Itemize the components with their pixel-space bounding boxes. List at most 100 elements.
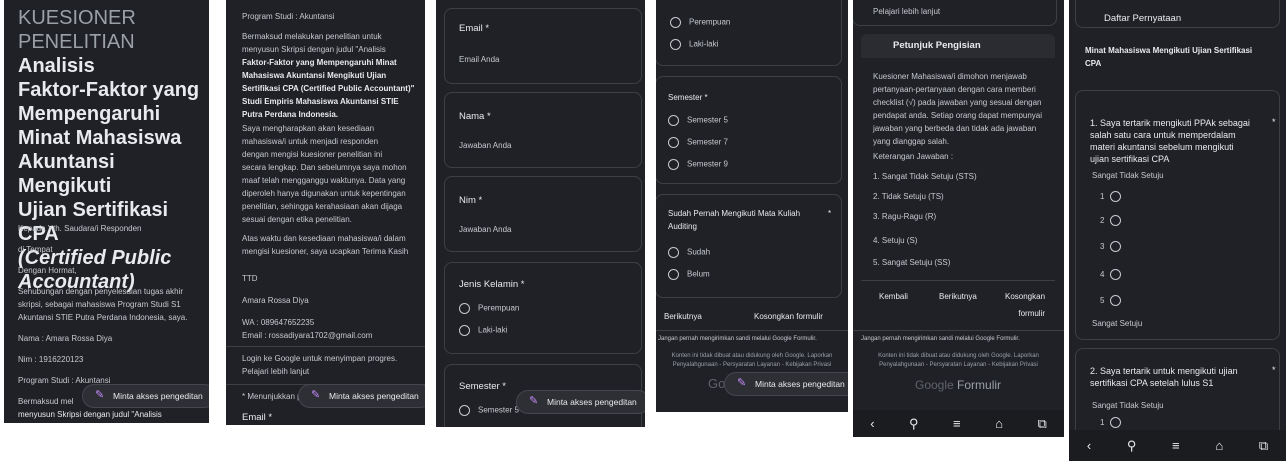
option-laki-laki[interactable]: Laki-laki: [670, 39, 718, 50]
radio-button[interactable]: [459, 405, 470, 416]
option-number: 1: [1100, 191, 1105, 201]
text-line: Saya mengharapkan akan kesediaan: [242, 124, 375, 133]
request-edit-button[interactable]: ✎ Minta akses pengeditan: [82, 384, 209, 408]
option-semester-9[interactable]: Semester 9: [668, 159, 728, 170]
semester-label: Semester *: [459, 381, 506, 392]
scale-low-label: Sangat Tidak Setuju: [1092, 171, 1164, 180]
question-text: 2. Saya tertarik untuk mengikuti ujian s…: [1090, 365, 1238, 389]
scale-option-5[interactable]: 5: [1100, 295, 1129, 306]
thanks-paragraph: Atas waktu dan kesediaan mahasiswa/i dal…: [242, 232, 408, 258]
menu-nav-icon[interactable]: ≡: [1172, 438, 1180, 453]
option-laki-laki[interactable]: Laki-laki: [459, 325, 507, 336]
option-semester-7[interactable]: Semester 7: [668, 137, 728, 148]
scale-option-1[interactable]: 1: [1100, 191, 1129, 202]
footer-disclaimer: Konten ini tidak dibuat atau didukung ol…: [656, 352, 848, 370]
title-line: Minat Mahasiswa Mengikuti Ujian Sertifik…: [1085, 46, 1253, 55]
back-nav-icon[interactable]: ‹: [1087, 438, 1091, 453]
divider: [853, 330, 1064, 331]
email-label: Email *: [459, 23, 490, 34]
option-number: 1: [1100, 417, 1105, 427]
radio-button[interactable]: [668, 247, 679, 258]
search-nav-icon[interactable]: ⚲: [1127, 438, 1137, 454]
required-star: *: [1272, 365, 1276, 375]
radio-button[interactable]: [668, 115, 679, 126]
learn-more-link[interactable]: Pelajari lebih lanjut: [873, 5, 940, 18]
nim-input[interactable]: Jawaban Anda: [459, 223, 512, 236]
name-input[interactable]: Jawaban Anda: [459, 139, 512, 152]
option-label: Belum: [687, 269, 710, 279]
text-line: sertifikasi CPA setelah lulus S1: [1090, 378, 1214, 388]
radio-button[interactable]: [459, 303, 470, 314]
clear-form-button[interactable]: Kosongkan formulir: [1005, 290, 1045, 320]
gender-question: Perempuan Laki-laki: [656, 0, 842, 66]
radio-button[interactable]: [1110, 295, 1122, 306]
clear-form-button[interactable]: Kosongkan formulir: [754, 310, 823, 323]
option-semester-5[interactable]: Semester 5: [668, 115, 728, 126]
radio-button[interactable]: [1110, 417, 1122, 428]
option-perempuan[interactable]: Perempuan: [670, 17, 730, 28]
radio-button[interactable]: [670, 17, 681, 28]
android-nav-bar: ‹ ⚲ ≡ ⌂ ⧉: [853, 410, 1064, 437]
request-edit-button[interactable]: ✎ Minta akses pengeditan: [298, 384, 425, 408]
back-button[interactable]: Kembali: [879, 290, 908, 303]
text-line: Atas waktu dan kesediaan mahasiswa/i dal…: [242, 234, 406, 243]
pencil-icon: ✎: [311, 389, 321, 401]
nim-question: Nim * Jawaban Anda: [444, 176, 642, 252]
scale-option-1[interactable]: 1: [1100, 417, 1129, 428]
radio-button[interactable]: [1110, 191, 1122, 202]
option-sudah[interactable]: Sudah: [668, 247, 710, 258]
scale-item: 2. Tidak Setuju (TS): [873, 192, 944, 201]
search-nav-icon[interactable]: ⚲: [909, 416, 919, 432]
place: di Tempat: [18, 245, 53, 254]
text-line: maaf telah mengganggu waktunya. Data yan…: [242, 176, 406, 185]
panel-instructions: Pelajari lebih lanjut Petunjuk Pengisian…: [853, 0, 1064, 437]
text-line: Putra Perdana Indonesia.: [242, 110, 339, 119]
text-line: pertanyaan-pertanyaan dengan cara member…: [873, 85, 1036, 94]
login-notice[interactable]: Login ke Google untuk menyimpan progres.…: [242, 352, 397, 378]
request-edit-button[interactable]: ✎ Minta akses pengeditan: [516, 390, 645, 414]
nim-line: Nim : 1916220123: [18, 355, 84, 364]
tabs-nav-icon[interactable]: ⧉: [1037, 416, 1046, 432]
title-line: KUESIONER: [18, 7, 136, 29]
author-name: Amara Rossa Diya: [242, 296, 309, 305]
password-warning: Jangan pernah mengirimkan sandi melalui …: [861, 336, 1020, 342]
radio-button[interactable]: [1110, 269, 1122, 280]
radio-button[interactable]: [668, 137, 679, 148]
radio-button[interactable]: [668, 159, 679, 170]
option-semester-5[interactable]: Semester 5: [459, 405, 519, 416]
intro-line: Akuntansi STIE Putra Perdana Indonesia, …: [18, 313, 188, 322]
radio-button[interactable]: [1110, 241, 1122, 252]
title-line: Akuntansi Mengikuti: [18, 151, 115, 197]
question-text: 1. Saya tertarik mengikuti PPAk sebagai …: [1090, 117, 1250, 165]
next-button[interactable]: Berikutnya: [664, 310, 702, 323]
radio-button[interactable]: [459, 325, 470, 336]
back-nav-icon[interactable]: ‹: [870, 416, 874, 431]
text-line: dengan mengisi kuesioner penelitian ini: [242, 150, 383, 159]
option-belum[interactable]: Belum: [668, 269, 710, 280]
option-label: Perempuan: [689, 17, 731, 27]
option-perempuan[interactable]: Perempuan: [459, 303, 519, 314]
email-input[interactable]: Email Anda: [459, 53, 499, 66]
scale-option-3[interactable]: 3: [1100, 241, 1129, 252]
scale-option-2[interactable]: 2: [1100, 215, 1129, 226]
request-edit-button[interactable]: ✎ Minta akses pengeditan: [724, 372, 848, 396]
radio-button[interactable]: [670, 39, 681, 50]
tabs-nav-icon[interactable]: ⧉: [1259, 438, 1268, 454]
semester-question: Semester * Semester 5 Semester 7 Semeste…: [656, 76, 842, 184]
intro-line: skripsi, sebagai mahasiswa Program Studi…: [18, 300, 181, 309]
radio-button[interactable]: [1110, 215, 1122, 226]
pencil-icon: ✎: [737, 377, 747, 389]
next-button[interactable]: Berikutnya: [939, 290, 977, 303]
scale-option-4[interactable]: 4: [1100, 269, 1129, 280]
home-nav-icon[interactable]: ⌂: [995, 416, 1003, 431]
learn-more-link[interactable]: Pelajari lebih lanjut: [242, 365, 397, 378]
option-number: 4: [1100, 269, 1105, 279]
radio-button[interactable]: [668, 269, 679, 280]
android-nav-bar: ‹ ⚲ ≡ ⌂ ⧉: [1069, 430, 1286, 461]
menu-nav-icon[interactable]: ≡: [953, 416, 961, 431]
home-nav-icon[interactable]: ⌂: [1215, 438, 1223, 453]
name-line: Nama : Amara Rossa Diya: [18, 334, 113, 343]
statements-header: Daftar Pernyataan: [1104, 13, 1182, 24]
fab-label: Minta akses pengeditan: [755, 379, 845, 389]
text-line: Sertifikasi CPA (Certified Public Accoun…: [242, 84, 415, 93]
